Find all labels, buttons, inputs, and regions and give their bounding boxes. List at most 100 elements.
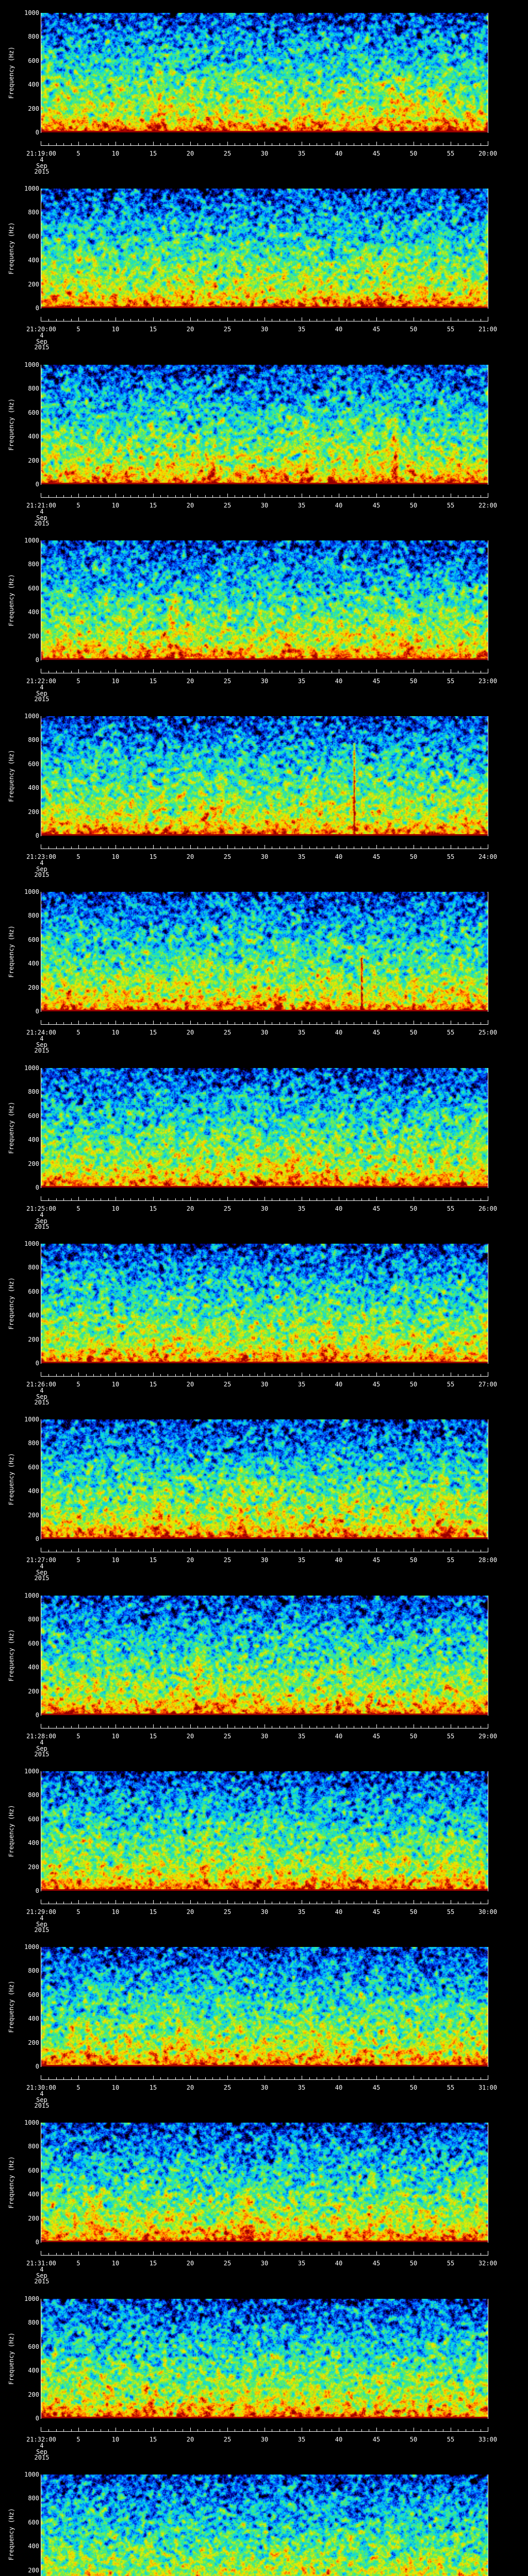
x-minor-tick — [212, 319, 213, 321]
x-minor-tick — [294, 2077, 295, 2079]
x-minor-tick — [145, 2253, 146, 2255]
x-tick-label: 15 — [149, 150, 157, 157]
x-major-tick — [153, 1021, 154, 1024]
zero-hz-line — [41, 1714, 488, 1715]
y-tick-label: 800 — [28, 1264, 39, 1271]
x-tick-label: 45 — [372, 150, 381, 157]
x-axis-line — [41, 497, 488, 498]
y-tick-label: 200 — [28, 808, 39, 816]
y-tick-label: 1000 — [24, 361, 39, 368]
y-tick-label: 200 — [28, 1863, 39, 1871]
x-minor-tick — [138, 2429, 139, 2431]
x-minor-tick — [71, 319, 72, 321]
x-minor-tick — [197, 846, 198, 849]
x-tick-label: 25 — [223, 2260, 232, 2267]
x-minor-tick — [48, 671, 49, 673]
x-tick-label: 5 — [76, 677, 80, 685]
x-minor-tick — [294, 495, 295, 497]
x-minor-tick — [242, 319, 243, 321]
x-minor-tick — [160, 1902, 161, 1904]
x-tick-label: 25 — [223, 1908, 232, 1916]
spectrogram-canvas — [41, 716, 488, 836]
x-major-tick — [78, 1900, 79, 1904]
y-tick-label: 400 — [28, 1312, 39, 1319]
x-tick-label: 25 — [223, 853, 232, 860]
x-minor-tick — [71, 1198, 72, 1200]
x-tick-label: 35 — [298, 2436, 306, 2443]
x-minor-tick — [93, 143, 94, 145]
x-tick-label: 55 — [447, 326, 455, 333]
x-major-tick — [190, 1021, 191, 1024]
x-tick-label: 25 — [223, 1029, 232, 1036]
spectrogram-canvas — [41, 1596, 488, 1715]
x-minor-tick — [361, 2077, 362, 2079]
x-tick-label: 40 — [335, 1556, 343, 1564]
x-tick-label: 25 — [223, 2084, 232, 2091]
spectrogram-panel: Frequency (Hz)0200400600800100021:33:005… — [0, 2462, 528, 2576]
x-minor-tick — [71, 671, 72, 673]
x-minor-tick — [294, 1550, 295, 1552]
x-tick-label: 10 — [111, 326, 120, 333]
x-tick-label: 20 — [186, 853, 194, 860]
x-major-tick — [190, 142, 191, 145]
x-minor-tick — [160, 2253, 161, 2255]
x-minor-tick — [279, 143, 280, 145]
x-minor-tick — [346, 671, 347, 673]
x-tick-label: 20 — [186, 2260, 194, 2267]
x-minor-tick — [205, 1022, 206, 1024]
spectrogram-canvas — [41, 540, 488, 660]
x-minor-tick — [138, 671, 139, 673]
spectrogram-panel: Frequency (Hz) 0 200 400 600 800 1000 21:31:00 5… — [0, 2110, 528, 2286]
x-tick-label: 40 — [335, 1381, 343, 1388]
x-minor-tick — [71, 143, 72, 145]
x-minor-tick — [212, 1726, 213, 1728]
x-minor-tick — [361, 846, 362, 849]
x-minor-tick — [56, 1550, 57, 1552]
x-tick-label: 20 — [186, 1733, 194, 1740]
x-tick-label: 50 — [409, 1556, 418, 1564]
x-minor-tick — [63, 1902, 64, 1904]
x-tick-label: 50 — [409, 2260, 418, 2267]
x-major-tick — [227, 2251, 228, 2255]
x-major-tick — [227, 845, 228, 849]
x-minor-tick — [48, 143, 49, 145]
x-minor-tick — [86, 2077, 87, 2079]
x-minor-tick — [428, 1374, 429, 1376]
x-minor-tick — [123, 2253, 124, 2255]
x-major-tick — [78, 669, 79, 673]
y-tick-label: 200 — [28, 633, 39, 640]
y-tick-label: 200 — [28, 281, 39, 288]
x-minor-tick — [56, 143, 57, 145]
x-minor-tick — [309, 2077, 310, 2079]
x-minor-tick — [309, 1374, 310, 1376]
x-tick-label: 55 — [447, 2260, 455, 2267]
x-minor-tick — [346, 319, 347, 321]
x-minor-tick — [242, 1374, 243, 1376]
x-tick-label: 10 — [111, 150, 120, 157]
x-axis-line — [41, 145, 488, 146]
x-minor-tick — [257, 319, 258, 321]
x-minor-tick — [257, 143, 258, 145]
x-tick-label: 25 — [223, 326, 232, 333]
x-minor-tick — [205, 1374, 206, 1376]
x-minor-tick — [205, 1550, 206, 1552]
x-minor-tick — [86, 319, 87, 321]
x-major-tick — [78, 2251, 79, 2255]
x-minor-tick — [346, 1902, 347, 1904]
x-minor-tick — [361, 671, 362, 673]
x-minor-tick — [257, 1550, 258, 1552]
x-minor-tick — [346, 495, 347, 497]
x-major-tick — [190, 494, 191, 497]
x-minor-tick — [257, 2429, 258, 2431]
x-tick-label: 45 — [372, 677, 381, 685]
x-minor-tick — [145, 671, 146, 673]
x-minor-tick — [309, 2253, 310, 2255]
x-minor-tick — [48, 319, 49, 321]
y-tick-label: 200 — [28, 984, 39, 991]
x-tick-label: 50 — [409, 150, 418, 157]
x-major-tick — [153, 1372, 154, 1376]
x-axis-line — [41, 2079, 488, 2080]
x-minor-tick — [160, 846, 161, 849]
x-tick-label: 15 — [149, 1556, 157, 1564]
x-minor-tick — [71, 846, 72, 849]
